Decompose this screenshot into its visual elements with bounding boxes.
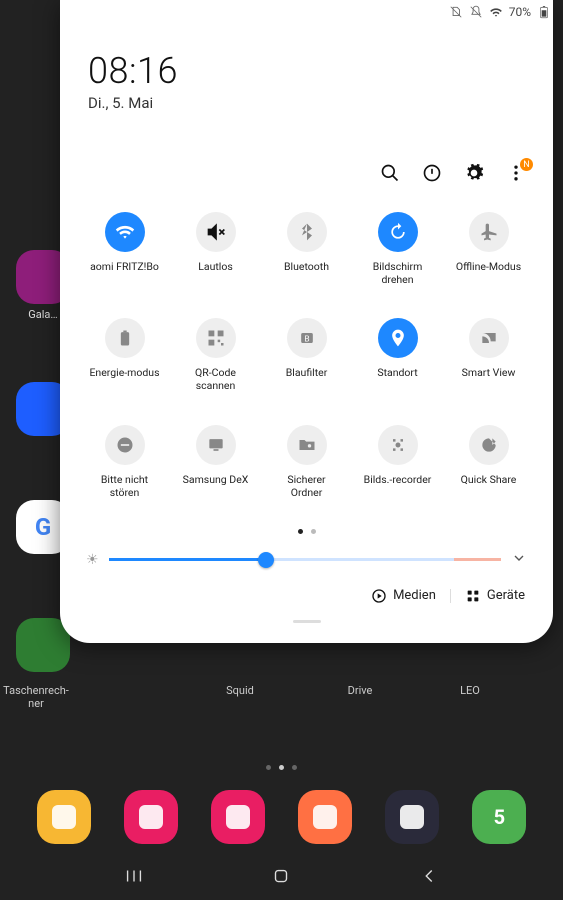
- tile-wifi[interactable]: aomi FRITZ!Bo: [82, 212, 167, 286]
- wifi-status-icon: [489, 5, 503, 19]
- mute-status-icon: [469, 5, 483, 19]
- tile-secure[interactable]: Sicherer Ordner: [264, 425, 349, 499]
- qr-icon: [196, 318, 236, 358]
- back-button[interactable]: [418, 865, 440, 891]
- tile-label: Standort: [377, 366, 417, 379]
- tile-label: Samsung DeX: [183, 473, 249, 486]
- quick-settings-panel: 08:16 Di., 5. Mai N aomi FRITZ!Bo Lautlos…: [60, 0, 553, 643]
- battery-icon: [537, 5, 551, 19]
- tile-label: Bilds.-recorder: [364, 473, 432, 486]
- home-page-indicator: [0, 765, 563, 770]
- brightness-thumb[interactable]: [258, 552, 274, 568]
- pin-icon: [378, 318, 418, 358]
- tile-dex[interactable]: Samsung DeX: [173, 425, 258, 499]
- media-button[interactable]: Medien: [371, 588, 436, 604]
- tile-airplane[interactable]: Offline-Modus: [446, 212, 531, 286]
- pager-dot: [298, 529, 303, 534]
- status-bar: 70%: [0, 0, 563, 24]
- tiles-pager[interactable]: [82, 529, 531, 534]
- dock-app-files[interactable]: [37, 790, 91, 844]
- dock: 5: [0, 790, 563, 844]
- brightness-icon: ☀: [86, 552, 99, 568]
- bg-app-label: Gala…: [28, 308, 58, 321]
- media-label: Medien: [393, 588, 436, 603]
- tile-label: Bitte nicht stören: [89, 473, 161, 499]
- dock-app-browser[interactable]: [385, 790, 439, 844]
- dnd-icon: [105, 425, 145, 465]
- tile-label: Bluetooth: [284, 260, 329, 273]
- tile-smartview[interactable]: Smart View: [446, 318, 531, 392]
- tile-dnd[interactable]: Bitte nicht stören: [82, 425, 167, 499]
- devices-button[interactable]: Geräte: [465, 588, 525, 604]
- tile-label: QR-Code scannen: [180, 366, 252, 392]
- tile-label: aomi FRITZ!Bo: [90, 260, 159, 273]
- share-icon: [469, 425, 509, 465]
- dock-app-notes[interactable]: [298, 790, 352, 844]
- clock-date[interactable]: Di., 5. Mai: [88, 94, 531, 112]
- tile-screenrec[interactable]: Bilds.-recorder: [355, 425, 440, 499]
- tile-label: Blaufilter: [286, 366, 328, 379]
- battery-percent: 70%: [509, 5, 531, 19]
- quick-tiles-grid: aomi FRITZ!Bo Lautlos Bluetooth Bildschirm …: [82, 212, 531, 499]
- tile-label: Lautlos: [198, 260, 233, 273]
- dock-app-gallery[interactable]: [124, 790, 178, 844]
- search-button[interactable]: [379, 162, 401, 184]
- play-circle-icon: [371, 588, 387, 604]
- pager-dot: [311, 529, 316, 534]
- tile-bluetooth[interactable]: Bluetooth: [264, 212, 349, 286]
- dock-app-calendar[interactable]: 5: [472, 790, 526, 844]
- battery-icon: [105, 318, 145, 358]
- panel-drag-handle[interactable]: [293, 620, 321, 623]
- more-options-button[interactable]: N: [505, 162, 527, 184]
- dock-app-camera[interactable]: [211, 790, 265, 844]
- notification-badge: N: [520, 158, 533, 171]
- devices-label: Geräte: [487, 588, 525, 603]
- wifi-icon: [105, 212, 145, 252]
- brightness-slider[interactable]: [109, 558, 501, 561]
- no-sim-icon: [449, 5, 463, 19]
- rotate-icon: [378, 212, 418, 252]
- brightness-expand-button[interactable]: [511, 550, 527, 570]
- tile-label: Bildschirm drehen: [362, 260, 434, 286]
- tile-label: Offline-Modus: [456, 260, 521, 273]
- mute-icon: [196, 212, 236, 252]
- tile-location[interactable]: Standort: [355, 318, 440, 392]
- tile-energy[interactable]: Energie-modus: [82, 318, 167, 392]
- tile-label: Quick Share: [461, 473, 517, 486]
- dex-icon: [196, 425, 236, 465]
- power-button[interactable]: [421, 162, 443, 184]
- tile-quickshare[interactable]: Quick Share: [446, 425, 531, 499]
- tile-bluefilter[interactable]: Blaufilter: [264, 318, 349, 392]
- recent-apps-button[interactable]: [123, 865, 145, 891]
- eye-icon: [287, 318, 327, 358]
- navigation-bar: [0, 856, 563, 900]
- tile-label: Energie-modus: [89, 366, 159, 379]
- cast-icon: [469, 318, 509, 358]
- settings-button[interactable]: [463, 162, 485, 184]
- clock-time[interactable]: 08:16: [88, 50, 531, 92]
- tile-label: Sicherer Ordner: [271, 473, 343, 499]
- airplane-icon: [469, 212, 509, 252]
- gear-icon: [464, 163, 484, 183]
- tile-qr[interactable]: QR-Code scannen: [173, 318, 258, 392]
- home-button[interactable]: [270, 865, 292, 891]
- tile-rotate[interactable]: Bildschirm drehen: [355, 212, 440, 286]
- search-icon: [380, 163, 400, 183]
- power-icon: [422, 163, 442, 183]
- chevron-down-icon: [511, 550, 527, 566]
- folder-icon: [287, 425, 327, 465]
- tile-label: Smart View: [462, 366, 516, 379]
- tile-mute[interactable]: Lautlos: [173, 212, 258, 286]
- bluetooth-icon: [287, 212, 327, 252]
- rec-icon: [378, 425, 418, 465]
- grid-icon: [465, 588, 481, 604]
